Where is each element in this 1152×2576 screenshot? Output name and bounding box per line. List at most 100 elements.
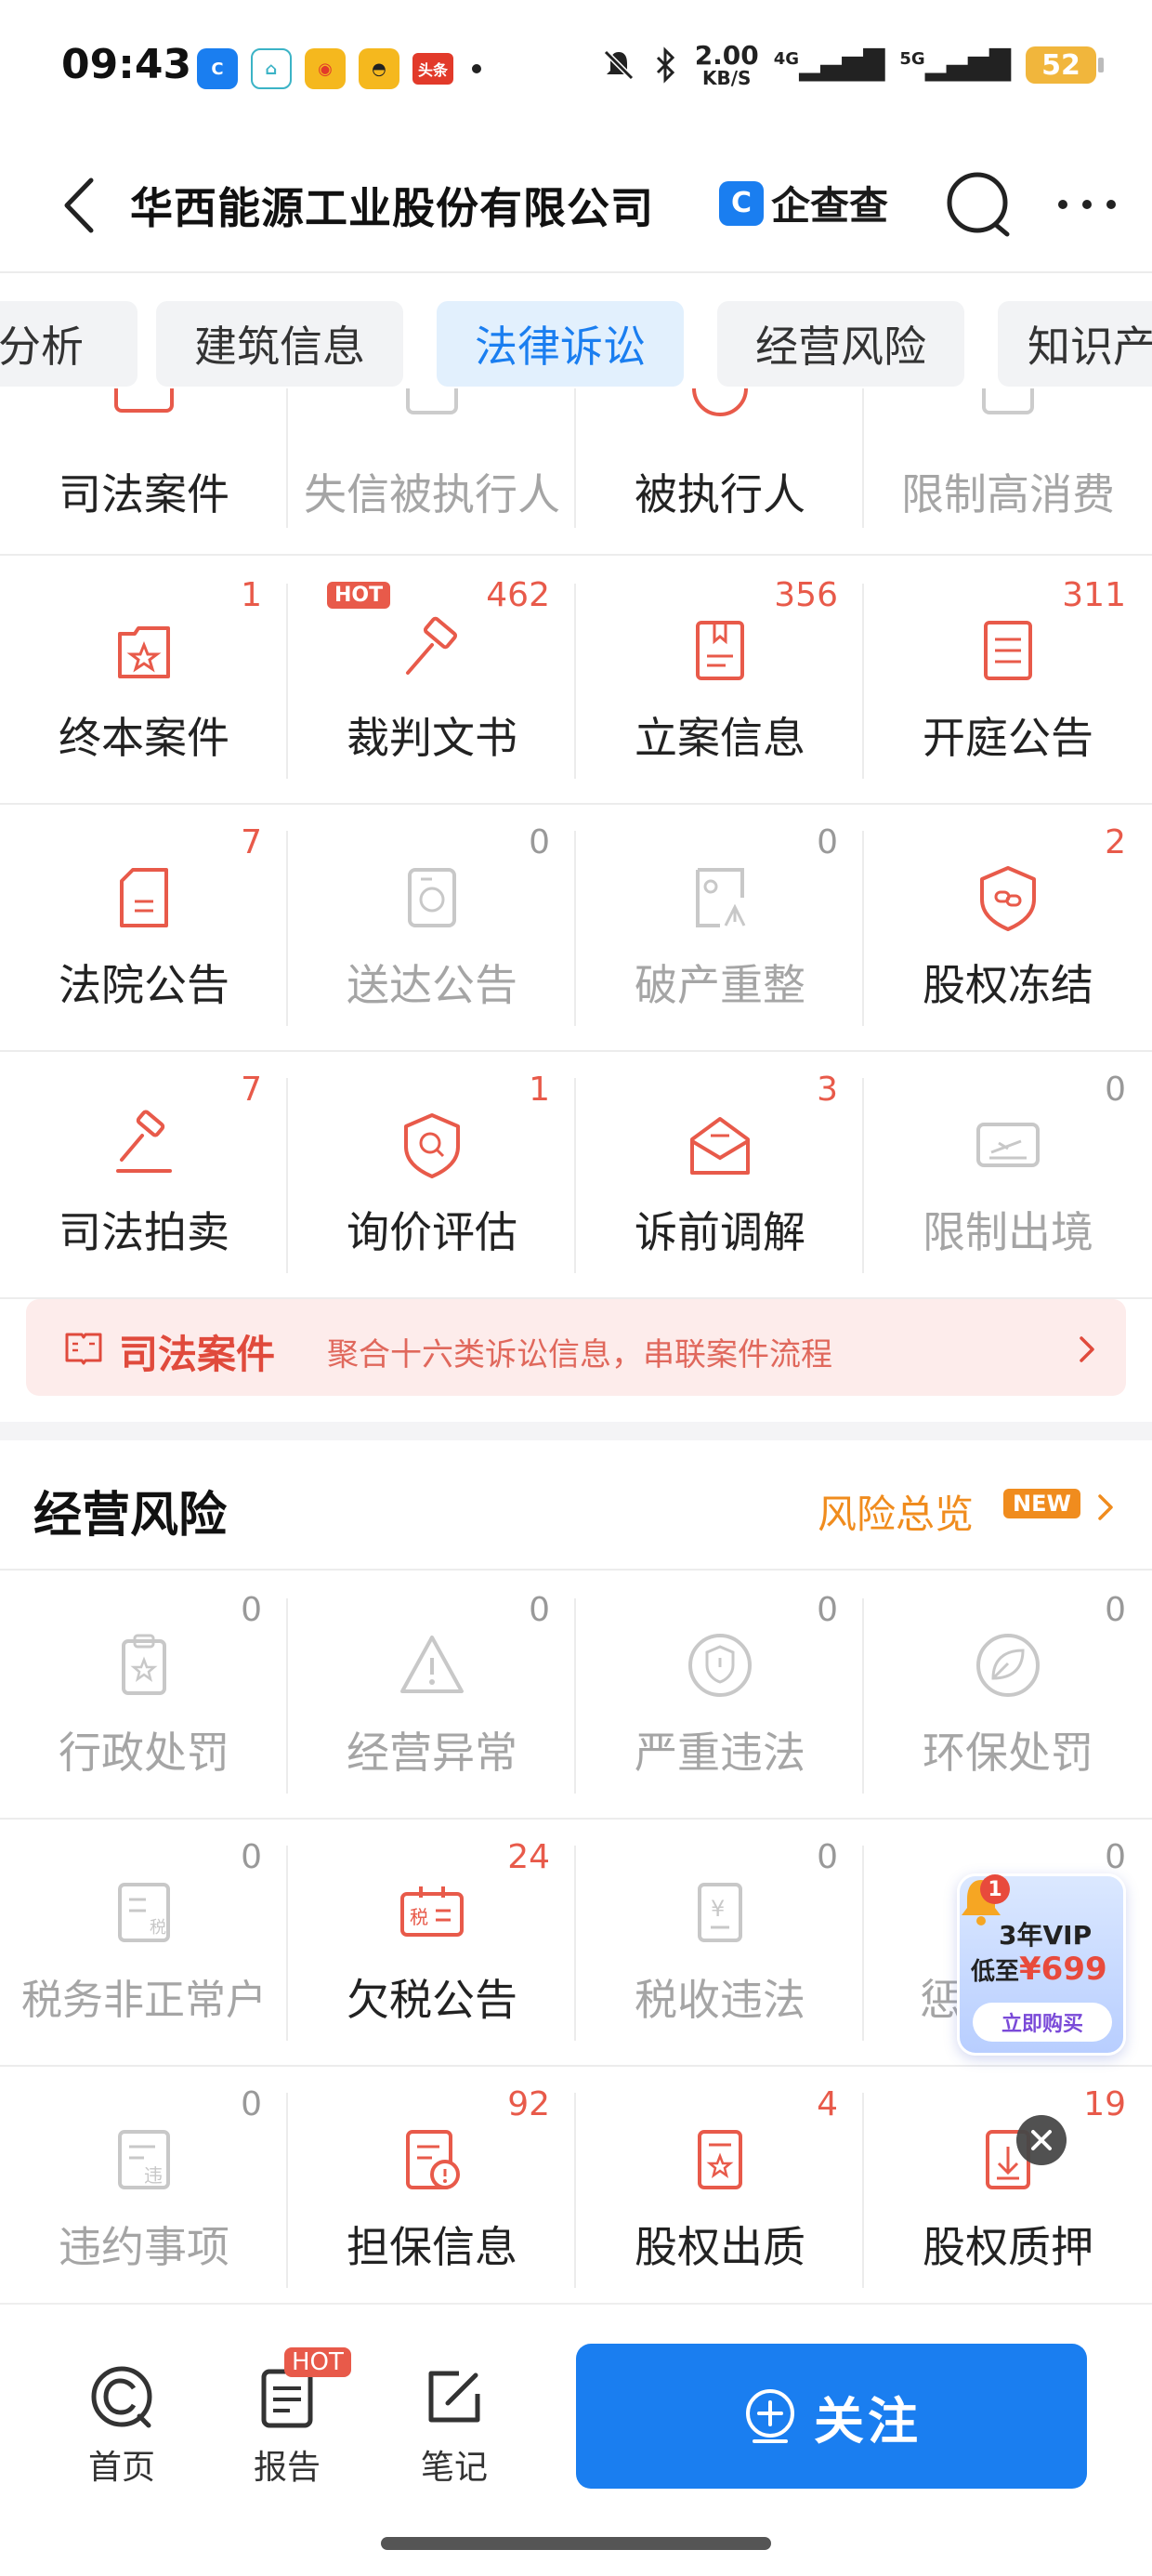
tab-operating-risk[interactable]: 经营风险 xyxy=(717,301,964,387)
judicial-case-item[interactable]: 司法案件 xyxy=(0,388,288,554)
status-app-icons: C ⌂ ◉ ◓ 头条 xyxy=(197,48,481,89)
guarantee-icon xyxy=(406,2130,460,2189)
filing-info-label: 立案信息 xyxy=(635,713,805,763)
equity-pledge-out-count: 4 xyxy=(817,2085,838,2123)
valuation-icon xyxy=(404,1113,460,1178)
hot-badge: HOT xyxy=(327,582,391,609)
dishonest-label: 失信被执行人 xyxy=(304,469,560,519)
battery-indicator: 52 xyxy=(1026,46,1104,84)
follow-label: 关注 xyxy=(814,2391,922,2451)
filing-info-item[interactable]: 356 立案信息 xyxy=(576,558,864,803)
svg-text:税: 税 xyxy=(150,1918,166,1938)
report-tab[interactable]: HOT 报告 xyxy=(227,2347,351,2487)
bottom-action-bar: 首页 HOT 报告 笔记 关注 xyxy=(0,2303,1152,2576)
chevron-right-icon[interactable] xyxy=(1094,1489,1119,1526)
add-circle-icon xyxy=(746,2389,794,2443)
admin-penalty-label: 行政处罚 xyxy=(59,1728,229,1778)
delivery-notice-item[interactable]: 0 送达公告 xyxy=(288,805,576,1050)
tab-litigation[interactable]: 法律诉讼 xyxy=(437,301,684,387)
judicial-auction-label: 司法拍卖 xyxy=(59,1207,229,1257)
tax-violation-item[interactable]: 0 ¥ 税收违法 xyxy=(576,1820,864,2065)
risk-overview-link[interactable]: 风险总览 xyxy=(818,1483,974,1540)
tax-owed-item[interactable]: 24 税 欠税公告 xyxy=(288,1820,576,2065)
home-label: 首页 xyxy=(87,2449,155,2487)
business-abnormal-count: 0 xyxy=(529,1591,550,1629)
executed-person-item[interactable]: 被执行人 xyxy=(576,388,864,554)
consumption-limit-label: 限制高消费 xyxy=(901,469,1115,519)
close-icon[interactable] xyxy=(1016,2115,1067,2165)
equity-freeze-item[interactable]: 2 股权冻结 xyxy=(864,805,1152,1050)
judgment-docs-item[interactable]: HOT 462 裁判文书 xyxy=(288,558,576,803)
search-icon[interactable] xyxy=(942,167,1016,242)
court-notice-label: 法院公告 xyxy=(59,960,229,1010)
consumption-limit-item[interactable]: 限制高消费 xyxy=(864,388,1152,554)
legal-row-top: 司法案件 失信被执行人 被执行人 限制高消费 xyxy=(0,388,1152,556)
hearing-notice-count: 311 xyxy=(1062,576,1126,614)
home-tab[interactable]: 首页 xyxy=(61,2364,173,2487)
equity-pledge-out-item[interactable]: 4 股权出质 xyxy=(576,2067,864,2312)
equity-pledge-item[interactable]: 19 股权质押 xyxy=(864,2067,1152,2312)
tab-analysis[interactable]: 分析 xyxy=(0,301,137,387)
equity-freeze-count: 2 xyxy=(1105,823,1126,861)
vip-price: ¥699 xyxy=(1019,1951,1107,1988)
bankruptcy-item[interactable]: 0 破产重整 xyxy=(576,805,864,1050)
svg-text:税: 税 xyxy=(410,1906,428,1928)
exit-ban-item[interactable]: 0 限制出境 xyxy=(864,1052,1152,1297)
env-penalty-item[interactable]: 0 环保处罚 xyxy=(864,1572,1152,1818)
company-title: 华西能源工业股份有限公司 xyxy=(130,183,654,233)
home-indicator[interactable] xyxy=(381,2537,771,2550)
guarantee-count: 92 xyxy=(507,2085,550,2123)
env-penalty-label: 环保处罚 xyxy=(923,1728,1093,1778)
tax-abnormal-item[interactable]: 0 税 税务非正常户 xyxy=(0,1820,288,2065)
follow-button[interactable]: 关注 xyxy=(576,2344,1087,2489)
court-notice-item[interactable]: 7 法院公告 xyxy=(0,805,288,1050)
signal-5g: 5G▂▄▆█ xyxy=(899,48,1011,82)
hot-badge: HOT xyxy=(284,2347,351,2377)
admin-penalty-item[interactable]: 0 行政处罚 xyxy=(0,1572,288,1818)
mediation-item[interactable]: 3 诉前调解 xyxy=(576,1052,864,1297)
notes-icon xyxy=(428,2371,480,2423)
bookmark-doc-icon xyxy=(696,621,744,680)
tax-abnormal-icon: 税 xyxy=(118,1883,170,1942)
guarantee-item[interactable]: 92 担保信息 xyxy=(288,2067,576,2312)
tab-construction[interactable]: 建筑信息 xyxy=(156,301,403,387)
qcc-app-icon: C xyxy=(197,48,238,89)
hearing-notice-item[interactable]: 311 开庭公告 xyxy=(864,558,1152,803)
home-logo-icon xyxy=(91,2366,152,2428)
equity-pledge-label: 股权质押 xyxy=(923,2222,1093,2272)
case-icon xyxy=(118,626,170,678)
business-abnormal-item[interactable]: 0 经营异常 xyxy=(288,1572,576,1818)
legal-row-2: 7 法院公告 0 送达公告 0 破产重整 2 股权冻结 xyxy=(0,805,1152,1052)
weibo-app-icon: ◉ xyxy=(305,48,346,89)
judicial-case-banner[interactable]: 司法案件 聚合十六类诉讼信息，串联案件流程 xyxy=(26,1299,1126,1396)
vip-promo-card[interactable]: 1 3年VIP 低至¥699 立即购买 xyxy=(957,1873,1126,2056)
final-case-item[interactable]: 1 终本案件 xyxy=(0,558,288,803)
legal-row-3: 7 司法拍卖 1 询价评估 3 诉前调解 0 限制出境 xyxy=(0,1052,1152,1299)
list-doc-icon xyxy=(984,621,1032,680)
vip-title: 3年VIP xyxy=(999,1920,1093,1951)
equity-pledge-out-icon xyxy=(698,2130,742,2189)
svg-text:¥: ¥ xyxy=(711,1896,725,1922)
mute-icon xyxy=(603,49,634,81)
tax-owed-icon: 税 xyxy=(400,1886,464,1937)
valuation-label: 询价评估 xyxy=(347,1207,517,1257)
serious-violation-item[interactable]: 0 严重违法 xyxy=(576,1572,864,1818)
dishonest-item[interactable]: 失信被执行人 xyxy=(288,388,576,554)
exit-ban-label: 限制出境 xyxy=(923,1207,1093,1257)
warning-icon xyxy=(400,1636,464,1693)
nav-divider xyxy=(0,271,1152,273)
tax-violation-label: 税收违法 xyxy=(635,1975,805,2025)
home-app-icon: ⌂ xyxy=(251,48,292,89)
more-icon[interactable] xyxy=(1050,177,1124,232)
qcc-brand: C 企查查 xyxy=(719,175,888,231)
admin-penalty-count: 0 xyxy=(241,1591,262,1629)
valuation-item[interactable]: 1 询价评估 xyxy=(288,1052,576,1297)
leaf-icon xyxy=(976,1634,1040,1697)
breach-item[interactable]: 0 违 违约事项 xyxy=(0,2067,288,2312)
dishonest-icon xyxy=(406,388,458,414)
judicial-auction-item[interactable]: 7 司法拍卖 xyxy=(0,1052,288,1297)
vip-buy-button[interactable]: 立即购买 xyxy=(973,2003,1112,2042)
back-icon[interactable] xyxy=(58,173,104,238)
notes-tab[interactable]: 笔记 xyxy=(394,2364,505,2487)
tab-ip[interactable]: 知识产 xyxy=(998,301,1152,387)
